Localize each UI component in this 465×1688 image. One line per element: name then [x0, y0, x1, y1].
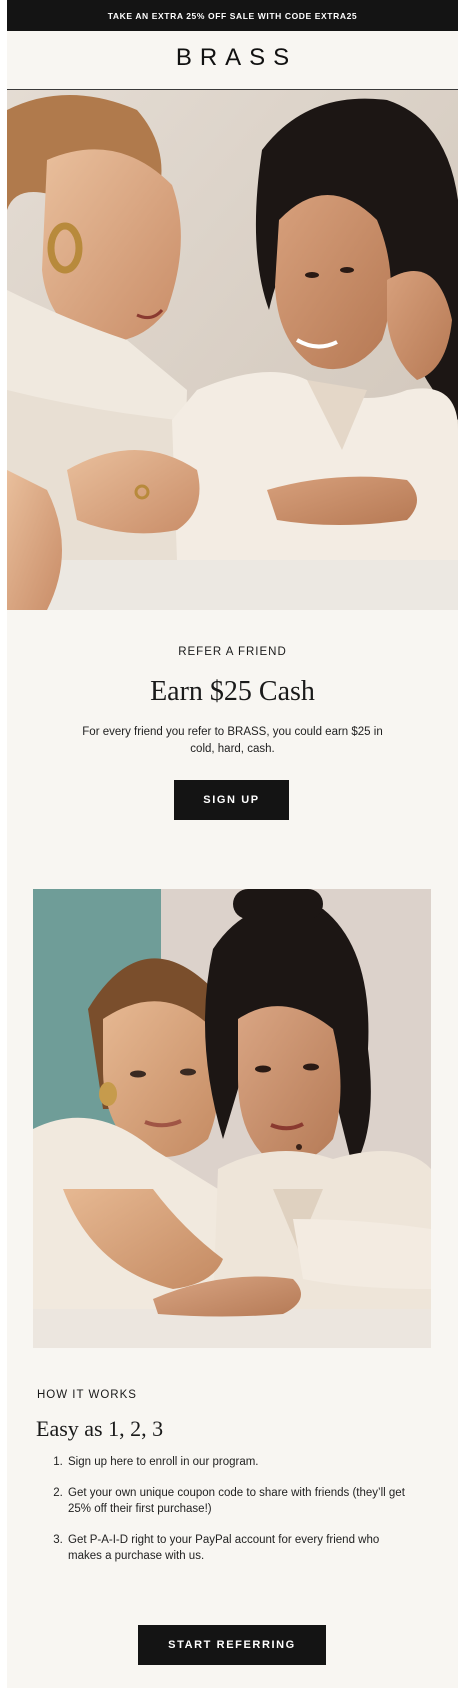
how-it-works-eyebrow: HOW IT WORKS [37, 1389, 137, 1401]
brand-logo[interactable]: BRASS [7, 44, 458, 72]
step-item: Sign up here to enroll in our program. [66, 1454, 416, 1470]
models-photo[interactable] [33, 889, 431, 1348]
start-referring-button[interactable]: START REFERRING [138, 1625, 326, 1665]
step-item: Get your own unique coupon code to share… [66, 1485, 416, 1517]
step-item: Get P-A-I-D right to your PayPal account… [66, 1532, 416, 1564]
refer-eyebrow: REFER A FRIEND [178, 646, 287, 658]
sign-up-button[interactable]: SIGN UP [174, 780, 289, 820]
how-it-works-headline: Easy as 1, 2, 3 [36, 1416, 164, 1441]
promo-text: TAKE AN EXTRA 25% OFF SALE WITH CODE EXT… [107, 10, 358, 21]
steps-list: Sign up here to enroll in our program. G… [36, 1454, 416, 1579]
hero-image[interactable] [7, 90, 458, 610]
promo-bar: TAKE AN EXTRA 25% OFF SALE WITH CODE EXT… [7, 0, 458, 31]
refer-headline: Earn $25 Cash [150, 676, 315, 707]
refer-body: For every friend you refer to BRASS, you… [82, 726, 383, 755]
